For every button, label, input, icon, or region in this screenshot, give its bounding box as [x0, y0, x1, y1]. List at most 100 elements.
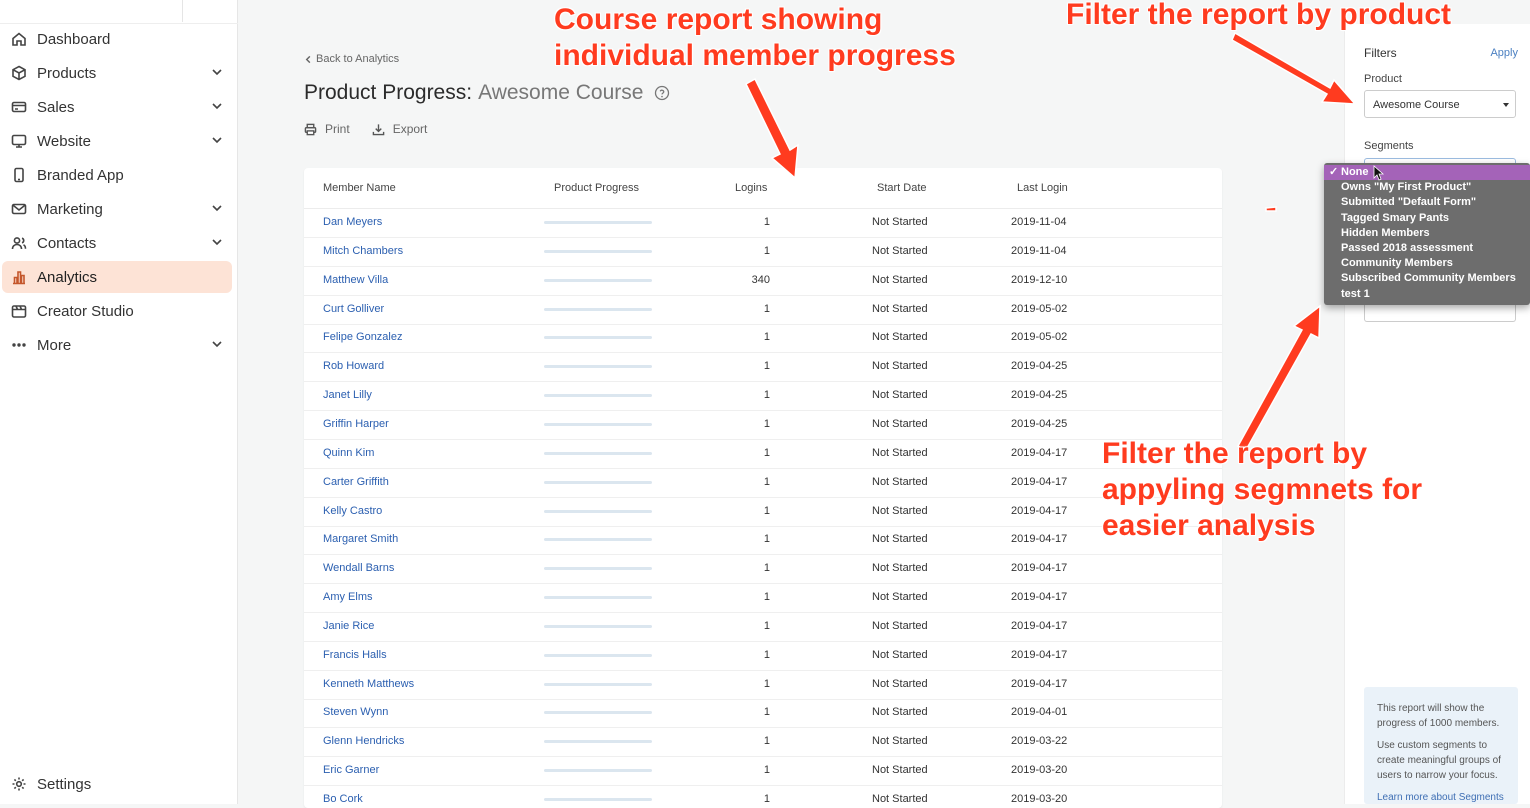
member-name-link[interactable]: Eric Garner — [323, 764, 379, 776]
print-button[interactable]: Print — [304, 122, 350, 136]
progress-bar — [544, 480, 652, 484]
sidebar-item-sales[interactable]: Sales — [2, 91, 232, 123]
member-name-link[interactable]: Mitch Chambers — [323, 245, 403, 257]
start-date: Not Started — [872, 302, 928, 315]
logins-count: 1 — [763, 446, 770, 459]
member-name-link[interactable]: Francis Halls — [323, 649, 387, 661]
last-login: 2019-11-04 — [1011, 216, 1067, 228]
sidebar-item-label: More — [37, 336, 72, 354]
sidebar-item-dashboard[interactable]: Dashboard — [2, 23, 232, 55]
sidebar-item-more[interactable]: More — [2, 329, 232, 361]
start-date: Not Started — [872, 706, 928, 719]
table-row: Mitch Chambers 1 Not Started 2019-11-04 — [304, 237, 1222, 267]
logins-count: 1 — [763, 475, 770, 488]
segments-label: Segments — [1364, 140, 1414, 152]
report-toolbar: Print Export — [304, 122, 449, 136]
segment-option[interactable]: test 1 — [1324, 287, 1530, 302]
segment-option[interactable]: Passed 2018 assessment — [1324, 241, 1530, 256]
chevron-down-icon[interactable] — [210, 235, 224, 249]
chevron-down-icon[interactable] — [210, 65, 224, 79]
export-button[interactable]: Export — [372, 122, 427, 136]
member-name-link[interactable]: Amy Elms — [323, 591, 373, 603]
member-name-link[interactable]: Felipe Gonzalez — [323, 331, 403, 343]
apply-button[interactable]: Apply — [1490, 47, 1518, 59]
sidebar-item-label: Website — [37, 132, 91, 150]
member-name-link[interactable]: Janet Lilly — [323, 389, 372, 401]
sidebar-item-creator-studio[interactable]: Creator Studio — [2, 295, 232, 327]
start-date: Not Started — [872, 677, 928, 690]
column-header-last-login[interactable]: Last Login — [1017, 182, 1068, 194]
column-header-member[interactable]: Member Name — [323, 182, 396, 194]
back-to-analytics-link[interactable]: Back to Analytics — [304, 53, 399, 65]
last-login: 2019-04-25 — [1011, 360, 1068, 373]
member-name-link[interactable]: Kenneth Matthews — [323, 678, 414, 690]
learn-more-segments-link[interactable]: Learn more about Segments — [1377, 792, 1504, 803]
dots-icon — [10, 336, 28, 354]
table-row: Wendall Barns 1 Not Started 2019-04-17 — [304, 554, 1222, 585]
member-name-link[interactable]: Janie Rice — [323, 620, 374, 632]
sidebar-item-analytics[interactable]: Analytics — [2, 261, 232, 293]
chevron-down-icon[interactable] — [210, 133, 224, 147]
sidebar-item-label: Dashboard — [37, 30, 111, 48]
segment-option[interactable]: Submitted "Default Form" — [1324, 195, 1530, 210]
chevron-down-icon[interactable] — [210, 99, 224, 113]
start-date: Not Started — [872, 764, 928, 777]
member-name-link[interactable]: Glenn Hendricks — [323, 735, 404, 747]
progress-bar — [544, 422, 652, 426]
last-login: 2019-04-17 — [1011, 619, 1068, 632]
start-date: Not Started — [872, 244, 928, 257]
segment-option[interactable]: Hidden Members — [1324, 226, 1530, 241]
column-header-progress[interactable]: Product Progress — [554, 182, 639, 194]
sidebar-item-branded-app[interactable]: Branded App — [2, 159, 232, 191]
mouse-cursor-icon — [1373, 165, 1385, 181]
last-login: 2019-11-04 — [1011, 244, 1067, 257]
segment-option[interactable]: Subscribed Community Members — [1324, 271, 1530, 286]
logins-count: 1 — [763, 562, 770, 575]
sidebar-item-marketing[interactable]: Marketing — [2, 193, 232, 225]
sidebar-item-website[interactable]: Website — [2, 125, 232, 157]
member-name-link[interactable]: Griffin Harper — [323, 418, 389, 430]
member-name-link[interactable]: Curt Golliver — [323, 303, 384, 315]
logins-count: 1 — [763, 619, 770, 632]
segment-option[interactable]: Tagged Smary Pants — [1324, 211, 1530, 226]
segment-option[interactable]: Community Members — [1324, 256, 1530, 271]
product-select[interactable]: Awesome Course — [1364, 90, 1516, 118]
member-name-link[interactable]: Matthew Villa — [323, 274, 388, 286]
progress-bar — [544, 711, 652, 715]
start-date: Not Started — [872, 360, 928, 373]
member-name-link[interactable]: Margaret Smith — [323, 533, 398, 545]
segment-option[interactable]: ✓ None — [1324, 165, 1530, 180]
last-login: 2019-03-20 — [1011, 793, 1068, 805]
page-title: Product Progress: Awesome Course — [304, 81, 670, 105]
member-name-link[interactable]: Wendall Barns — [323, 562, 394, 574]
member-name-link[interactable]: Dan Meyers — [323, 216, 382, 228]
progress-bar — [544, 509, 652, 513]
sidebar-item-products[interactable]: Products — [2, 57, 232, 89]
chevron-down-icon[interactable] — [210, 201, 224, 215]
printer-icon — [304, 123, 317, 135]
table-row: Bo Cork 1 Not Started 2019-03-20 — [304, 785, 1222, 808]
help-icon[interactable] — [654, 85, 670, 101]
sidebar-item-contacts[interactable]: Contacts — [2, 227, 232, 259]
segment-option[interactable]: Owns "My First Product" — [1324, 180, 1530, 195]
member-name-link[interactable]: Kelly Castro — [323, 505, 382, 517]
download-icon — [372, 123, 384, 135]
start-date: Not Started — [872, 562, 928, 575]
table-row: Margaret Smith 1 Not Started 2019-04-17 — [304, 525, 1222, 556]
last-login: 2019-03-20 — [1011, 764, 1068, 777]
chevron-down-icon[interactable] — [210, 337, 224, 351]
sidebar-item-settings[interactable]: Settings — [2, 768, 232, 800]
last-login: 2019-04-01 — [1011, 706, 1068, 719]
logins-count: 1 — [763, 417, 770, 430]
member-name-link[interactable]: Rob Howard — [323, 360, 384, 372]
start-date: Not Started — [872, 793, 928, 805]
column-header-start-date[interactable]: Start Date — [877, 182, 927, 194]
member-name-link[interactable]: Quinn Kim — [323, 447, 374, 459]
last-login: 2019-12-10 — [1011, 273, 1068, 286]
bar-chart-icon — [10, 268, 28, 286]
member-name-link[interactable]: Steven Wynn — [323, 706, 388, 718]
member-name-link[interactable]: Bo Cork — [323, 793, 363, 805]
column-header-logins[interactable]: Logins — [735, 182, 767, 194]
member-name-link[interactable]: Carter Griffith — [323, 476, 389, 488]
progress-bar — [544, 365, 652, 369]
